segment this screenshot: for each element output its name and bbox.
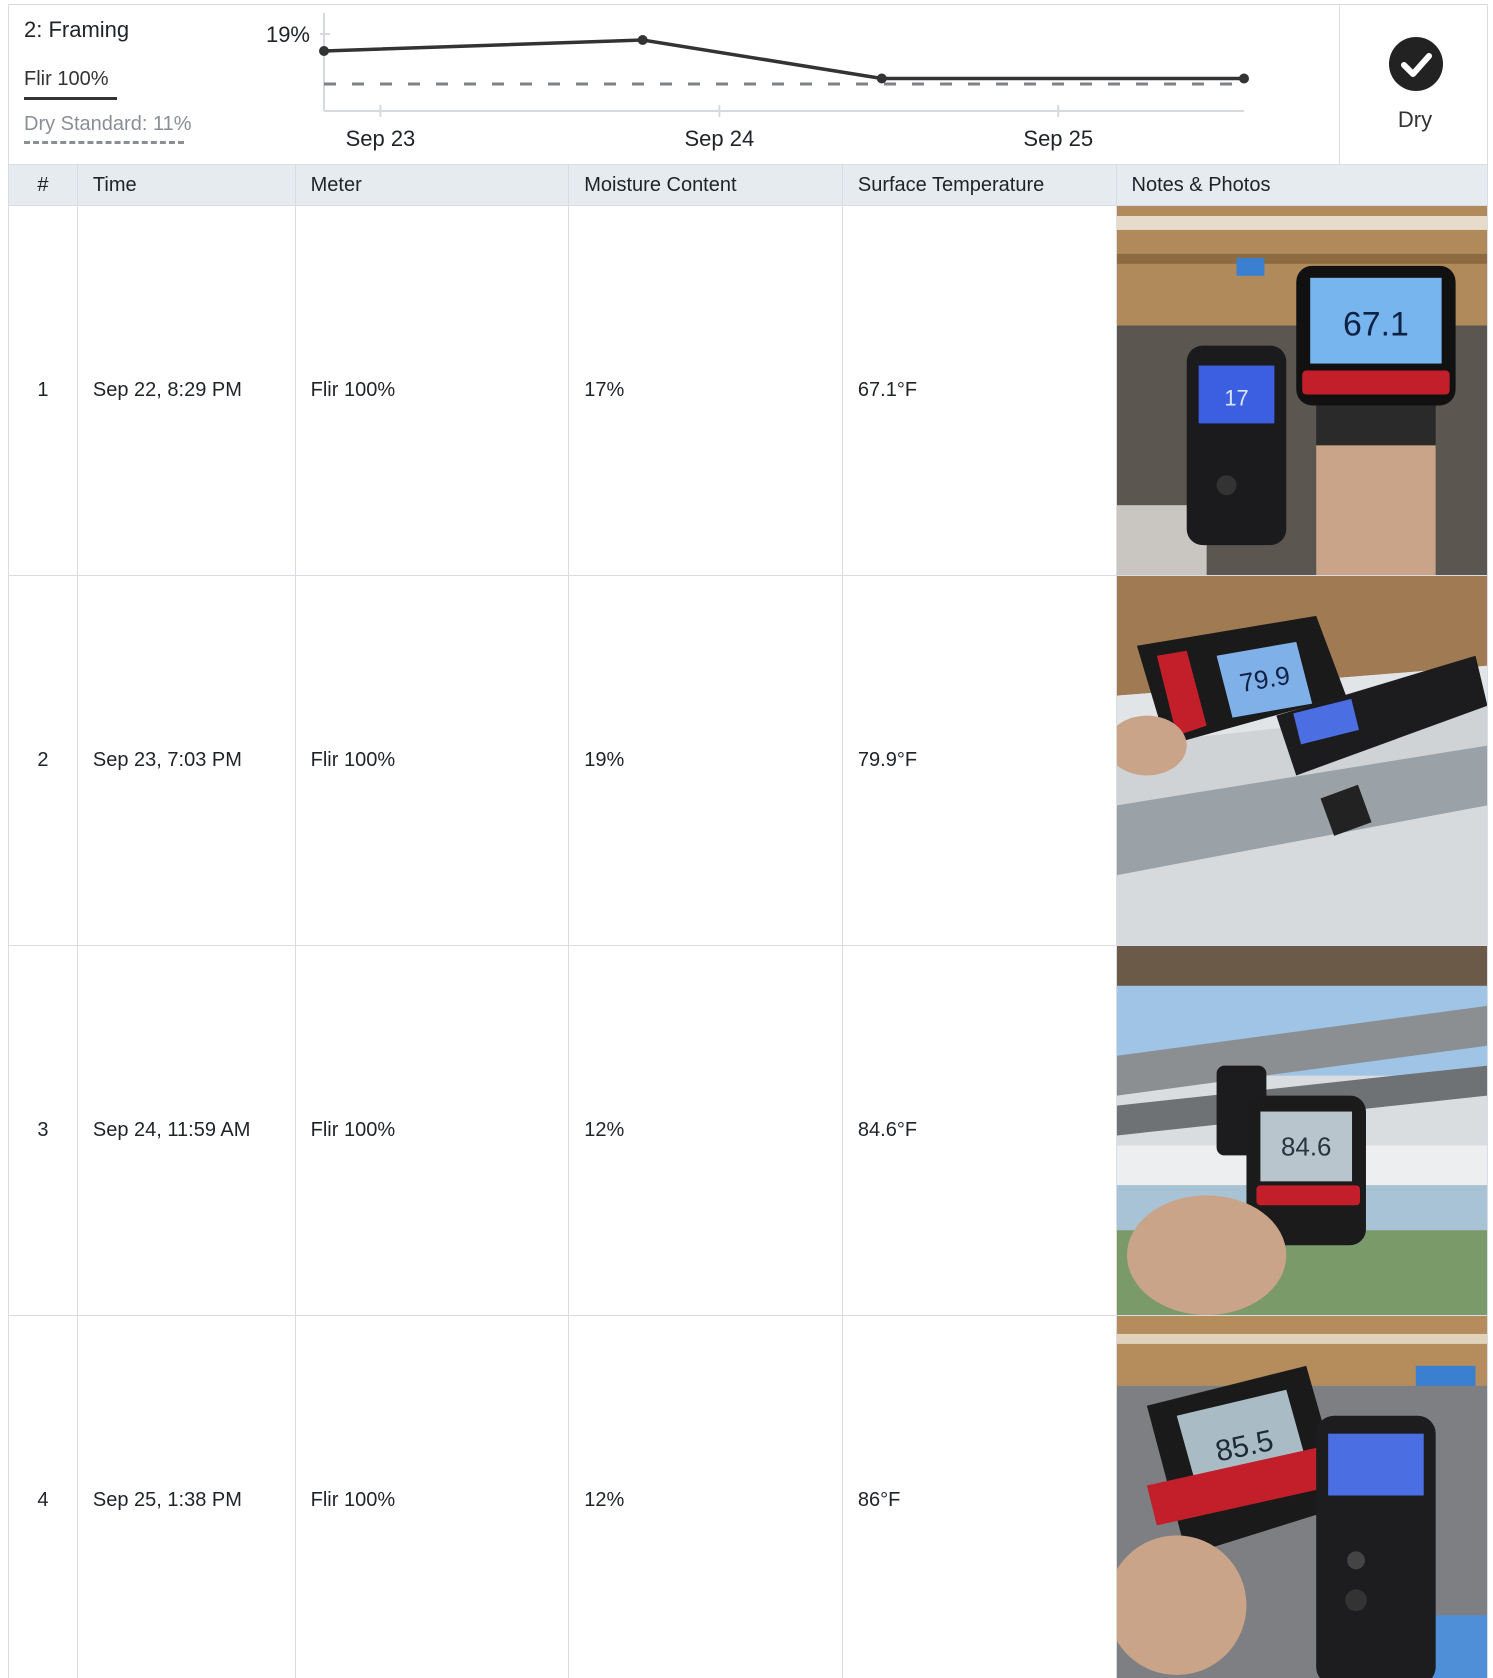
- table-row: 1 Sep 22, 8:29 PM Flir 100% 17% 67.1°F 1…: [9, 205, 1488, 575]
- reading-photo[interactable]: 79.9: [1116, 576, 1488, 945]
- row-number: 3: [37, 1119, 49, 1141]
- row-meter: Flir 100%: [294, 576, 569, 945]
- column-header-time: Time: [76, 165, 295, 205]
- dry-status: Dry: [1339, 5, 1489, 165]
- data-point: [319, 46, 329, 56]
- x-tick-label: Sep 25: [1023, 126, 1093, 151]
- y-tick-label: 19%: [266, 22, 310, 47]
- row-temperature: 67.1°F: [841, 206, 1116, 575]
- row-number: 1: [37, 379, 49, 401]
- row-photo-cell: 85.5: [1115, 1316, 1488, 1678]
- legend-dry-standard-label: Dry Standard: 11%: [24, 113, 192, 135]
- table-header: # Time Meter Moisture Content Surface Te…: [9, 164, 1487, 205]
- reading-photo[interactable]: 84.6: [1116, 946, 1488, 1315]
- reading-photo[interactable]: 17 67.1: [1116, 206, 1488, 575]
- row-meter: Flir 100%: [294, 946, 569, 1315]
- svg-text:17: 17: [1224, 385, 1248, 410]
- readings-table: # Time Meter Moisture Content Surface Te…: [8, 164, 1488, 1678]
- reading-header: 2: Framing Flir 100% Dry Standard: 11% 1…: [8, 4, 1489, 165]
- row-meter: Flir 100%: [294, 206, 569, 575]
- photo-reading-text: 84.6: [1281, 1133, 1331, 1161]
- column-header-meter: Meter: [294, 165, 569, 205]
- row-moisture: 17%: [568, 206, 842, 575]
- column-header-number: #: [37, 174, 49, 196]
- area-title: 2: Framing: [24, 17, 130, 42]
- data-point: [876, 73, 887, 84]
- column-header-temperature: Surface Temperature: [841, 165, 1116, 205]
- row-temperature: 79.9°F: [841, 576, 1116, 945]
- photo-reading-text: 67.1: [1343, 306, 1409, 344]
- data-point: [1239, 73, 1249, 84]
- column-header-moisture: Moisture Content: [568, 165, 842, 205]
- data-point: [637, 35, 648, 45]
- row-time: Sep 23, 7:03 PM: [76, 576, 295, 945]
- legend-dry-standard-swatch: [24, 141, 184, 144]
- status-label: Dry: [1397, 107, 1433, 132]
- row-moisture: 12%: [568, 946, 842, 1315]
- table-row: 2 Sep 23, 7:03 PM Flir 100% 19% 79.9°F 7…: [9, 575, 1488, 945]
- row-number: 4: [37, 1489, 49, 1511]
- reading-photo[interactable]: 85.5: [1116, 1316, 1488, 1678]
- legend-meter-swatch: [24, 97, 117, 100]
- x-tick-label: Sep 23: [346, 126, 416, 151]
- x-tick-label: Sep 24: [684, 126, 754, 151]
- row-moisture: 19%: [568, 576, 842, 945]
- row-photo-cell: 17 67.1: [1115, 206, 1488, 575]
- row-photo-cell: 84.6: [1115, 946, 1488, 1315]
- row-time: Sep 22, 8:29 PM: [76, 206, 295, 575]
- row-temperature: 86°F: [841, 1316, 1116, 1678]
- table-row: 4 Sep 25, 1:38 PM Flir 100% 12% 86°F 85.…: [9, 1315, 1488, 1678]
- row-temperature: 84.6°F: [841, 946, 1116, 1315]
- row-time: Sep 25, 1:38 PM: [76, 1316, 295, 1678]
- row-number: 2: [37, 749, 49, 771]
- column-header-notes-photos: Notes & Photos: [1115, 165, 1487, 205]
- row-moisture: 12%: [568, 1316, 842, 1678]
- series-line: [323, 38, 1244, 81]
- row-meter: Flir 100%: [294, 1316, 569, 1678]
- legend-meter-label: Flir 100%: [24, 68, 109, 90]
- moisture-trend-chart: 19% Sep 23 Sep 24 Sep 25: [266, 13, 1249, 151]
- row-photo-cell: 79.9: [1115, 576, 1488, 945]
- table-row: 3 Sep 24, 11:59 AM Flir 100% 12% 84.6°F …: [9, 945, 1488, 1315]
- check-circle-icon: [1389, 37, 1443, 91]
- row-time: Sep 24, 11:59 AM: [76, 946, 295, 1315]
